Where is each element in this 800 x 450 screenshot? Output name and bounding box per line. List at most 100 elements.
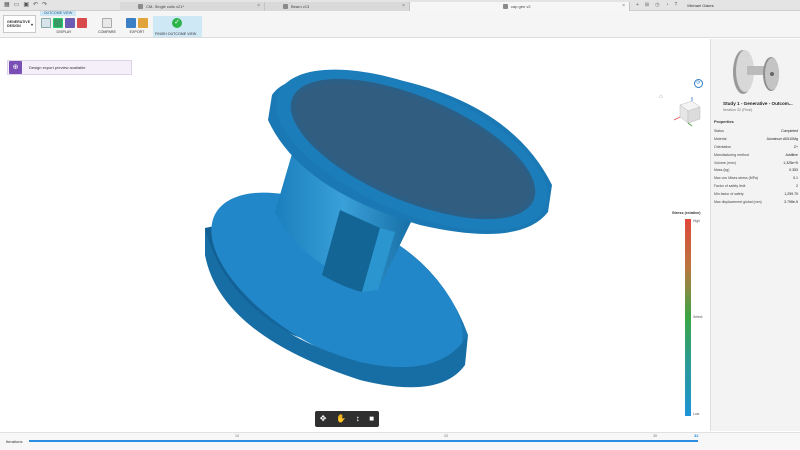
property-value: 0.1 bbox=[793, 176, 798, 181]
property-value: 1,325e+5 bbox=[783, 160, 798, 165]
property-label: Volume (mm³) bbox=[714, 160, 736, 165]
property-label: Min factor of safety bbox=[714, 192, 744, 197]
property-row: Status Completed bbox=[714, 127, 798, 135]
outcome-properties-panel: Study 1 - Generative - Outcom... Iterati… bbox=[710, 39, 800, 431]
document-tab-2[interactable]: Bearn v13 × bbox=[265, 1, 410, 11]
document-icon bbox=[503, 3, 508, 9]
properties-list: Status Completed Material Aluminum AlSi10M… bbox=[714, 127, 798, 206]
iterations-timeline: Iterations 10 20 30 32 bbox=[0, 432, 800, 450]
display-color-icon[interactable] bbox=[77, 17, 87, 28]
document-icon bbox=[283, 3, 288, 9]
legend-high-label: High bbox=[693, 219, 700, 223]
property-label: Orientation bbox=[714, 144, 732, 149]
chevron-down-icon: ▾ bbox=[30, 22, 33, 27]
workspace-switcher[interactable]: GENERATIVE DESIGN ▾ bbox=[3, 15, 36, 33]
camera-icon[interactable]: ■ bbox=[369, 415, 374, 423]
property-value: 2 bbox=[796, 184, 798, 189]
property-value: 1,259.79 bbox=[784, 192, 798, 197]
checkmark-icon: ✓ bbox=[172, 18, 182, 28]
workspace-label: GENERATIVE DESIGN bbox=[7, 20, 31, 28]
stress-legend-bar bbox=[685, 219, 691, 416]
study-title: Study 1 - Generative - Outcom... bbox=[723, 101, 793, 106]
extensions-icon[interactable]: ⊞ bbox=[645, 2, 649, 8]
notification-text: Design export preview available bbox=[29, 65, 86, 70]
3d-viewport[interactable]: ⟳ ⌂ Stress (relative) High Select Low bbox=[0, 39, 710, 431]
generative-model[interactable] bbox=[0, 39, 710, 431]
finish-label: FINISH OUTCOME VIEW bbox=[155, 32, 197, 36]
iterations-label: Iterations bbox=[6, 439, 23, 444]
ribbon-toolbar: GENERATIVE DESIGN ▾ OUTCOME VIEW DISPLAY… bbox=[0, 11, 800, 38]
grid-menu-icon[interactable]: ▦ bbox=[4, 2, 10, 8]
close-tab-icon[interactable]: × bbox=[402, 3, 405, 9]
property-label: Mass (kg) bbox=[714, 168, 730, 173]
display-stress-icon[interactable] bbox=[53, 17, 63, 28]
export-design-icon[interactable] bbox=[126, 17, 136, 28]
property-label: Factor of safety limit bbox=[714, 184, 746, 189]
add-tab-icon[interactable]: + bbox=[636, 2, 639, 8]
property-value: Additive bbox=[785, 152, 798, 157]
help-icon[interactable]: ? bbox=[675, 2, 678, 8]
display-grid-icon[interactable] bbox=[41, 17, 51, 28]
home-view-icon[interactable]: ⌂ bbox=[659, 94, 663, 100]
browser-tab-bar: ▦ ▭ ▣ ↶ ↷ CM- Single coils v21* × Bearn … bbox=[0, 0, 800, 11]
property-row: Manufacturing method Additive bbox=[714, 151, 798, 159]
document-tab-label: Bearn v13 bbox=[291, 3, 310, 9]
property-label: Manufacturing method bbox=[714, 152, 749, 157]
pan-hand-icon[interactable]: ✋ bbox=[336, 415, 346, 423]
display-material-icon[interactable] bbox=[65, 17, 75, 28]
document-tab-label: CM- Single coils v21* bbox=[146, 3, 185, 9]
save-icon[interactable]: ▣ bbox=[23, 2, 29, 8]
property-label: Material bbox=[714, 136, 727, 141]
notifications-icon[interactable]: ◔ bbox=[666, 2, 669, 8]
legend-low-label: Low bbox=[693, 412, 700, 416]
navigation-bar: ✥ ✋ ↕ ■ bbox=[315, 411, 379, 427]
compare-label: COMPARE bbox=[98, 30, 116, 34]
iteration-tick: 10 bbox=[235, 434, 239, 438]
iterations-slider-track[interactable] bbox=[29, 440, 698, 442]
property-row: Mass (kg) 0.353 bbox=[714, 166, 798, 174]
display-group[interactable]: DISPLAY bbox=[41, 17, 87, 37]
document-tab-3-active[interactable]: cap gen v2 × bbox=[410, 1, 630, 11]
compare-group[interactable]: COMPARE bbox=[98, 17, 116, 37]
outcome-thumbnail[interactable] bbox=[721, 44, 793, 99]
export-notification[interactable]: ⊕ Design export preview available bbox=[7, 60, 132, 75]
user-name[interactable]: Michael Oakes bbox=[687, 3, 713, 8]
cloud-sync-icon[interactable]: ⟳ bbox=[694, 79, 703, 88]
redo-icon[interactable]: ↷ bbox=[42, 2, 47, 8]
undo-icon[interactable]: ↶ bbox=[33, 2, 38, 8]
orbit-icon[interactable]: ✥ bbox=[320, 415, 327, 423]
file-icon[interactable]: ▭ bbox=[14, 2, 20, 8]
iteration-slider-handle[interactable]: 32 bbox=[694, 433, 698, 438]
zoom-icon[interactable]: ↕ bbox=[356, 415, 360, 423]
export-label: EXPORT bbox=[129, 30, 145, 34]
compare-icon[interactable] bbox=[101, 17, 112, 28]
property-row: Max displacement global (mm) 3.798e-5 bbox=[714, 198, 798, 206]
finish-outcome-view-button[interactable]: ✓ FINISH OUTCOME VIEW bbox=[153, 16, 202, 37]
property-value: 0.353 bbox=[789, 168, 798, 173]
export-group[interactable]: EXPORT bbox=[126, 17, 148, 37]
property-value: Z+ bbox=[793, 144, 798, 149]
document-icon bbox=[138, 3, 143, 9]
export-preview-icon: ⊕ bbox=[9, 61, 22, 74]
document-tab-label: cap gen v2 bbox=[511, 3, 531, 9]
property-label: Status bbox=[714, 128, 724, 133]
document-tab-1[interactable]: CM- Single coils v21* × bbox=[120, 1, 265, 11]
property-value: 3.798e-5 bbox=[784, 199, 798, 204]
property-row: Max von Mises stress (MPa) 0.1 bbox=[714, 174, 798, 182]
export-mesh-icon[interactable] bbox=[138, 17, 148, 28]
property-label: Max von Mises stress (MPa) bbox=[714, 176, 759, 181]
close-tab-icon[interactable]: × bbox=[622, 3, 625, 9]
viewcube[interactable] bbox=[670, 97, 704, 127]
properties-heading: Properties bbox=[714, 119, 734, 124]
legend-title: Stress (relative) bbox=[672, 211, 701, 215]
property-value: Completed bbox=[781, 128, 798, 133]
tab-bar-actions: + ⊞ ◷ ◔ ? bbox=[636, 2, 677, 8]
property-row: Factor of safety limit 2 bbox=[714, 182, 798, 190]
property-row: Min factor of safety 1,259.79 bbox=[714, 190, 798, 198]
display-label: DISPLAY bbox=[56, 30, 72, 34]
tab-outcome-view[interactable]: OUTCOME VIEW bbox=[40, 11, 76, 16]
clock-icon[interactable]: ◷ bbox=[655, 2, 659, 8]
quick-access-toolbar: ▦ ▭ ▣ ↶ ↷ bbox=[0, 2, 120, 8]
close-tab-icon[interactable]: × bbox=[257, 3, 260, 9]
property-row: Material Aluminum AlSi10Mg bbox=[714, 135, 798, 143]
